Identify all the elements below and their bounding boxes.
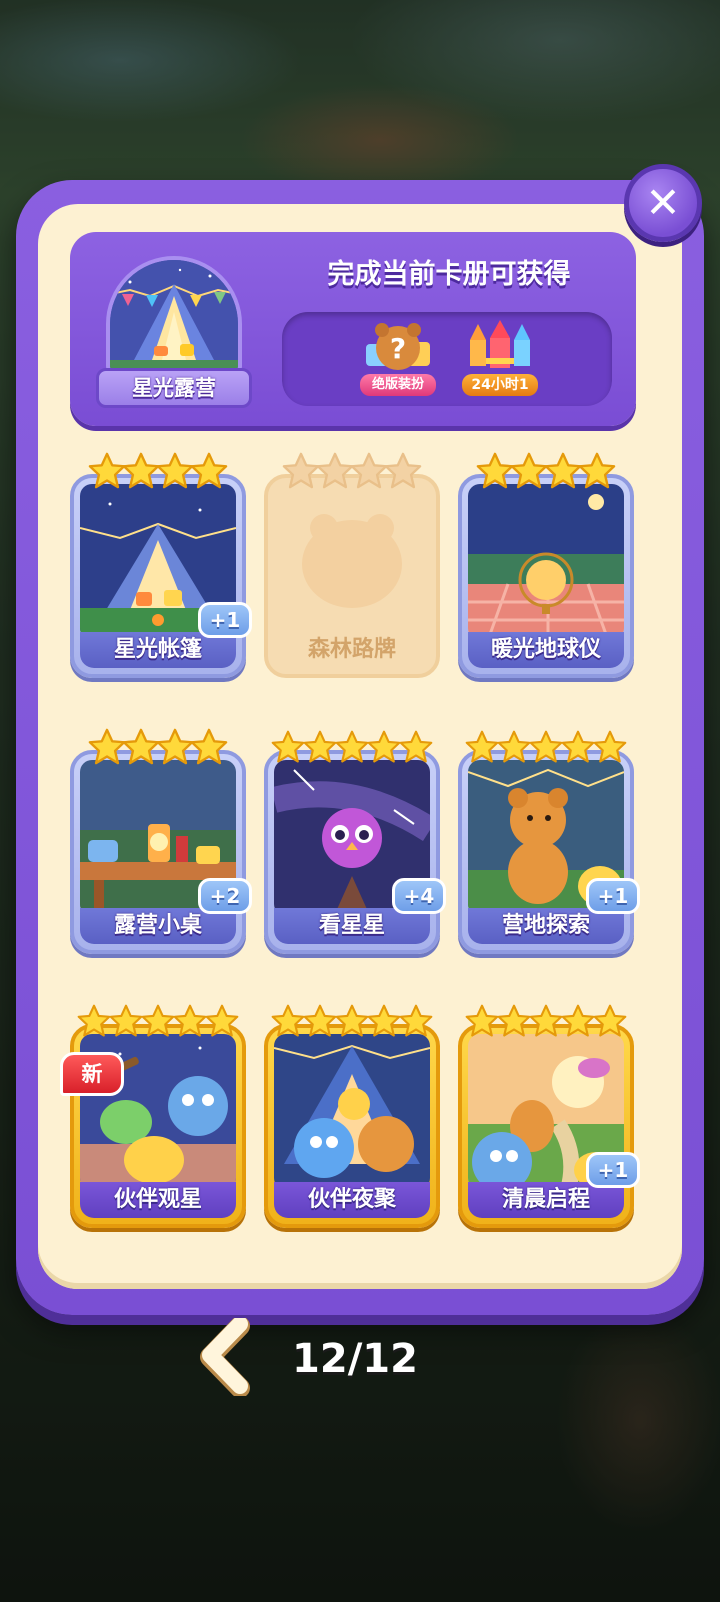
star-icon bbox=[367, 1002, 401, 1046]
star-icon bbox=[122, 452, 160, 496]
star-icon bbox=[303, 728, 337, 772]
star-icon bbox=[77, 1002, 111, 1046]
star-icon bbox=[335, 1002, 369, 1046]
star-icon bbox=[88, 728, 126, 772]
album-name: 星光露营 bbox=[96, 368, 252, 408]
star-icon bbox=[561, 1002, 595, 1046]
new-badge: 新 bbox=[60, 1052, 124, 1096]
star-rating bbox=[270, 1002, 434, 1046]
star-icon bbox=[271, 1002, 305, 1046]
star-rating bbox=[76, 728, 240, 772]
glowing-globe-scene bbox=[468, 484, 624, 640]
duplicate-count-badge: +1 bbox=[198, 602, 252, 638]
firework-rocket-icon bbox=[470, 320, 530, 368]
album-card[interactable]: 看星星 +4 bbox=[264, 728, 446, 954]
locked-card-silhouette bbox=[274, 484, 430, 640]
star-icon bbox=[384, 452, 422, 496]
page-indicator: 12/12 bbox=[292, 1336, 418, 1382]
star-rating bbox=[270, 452, 434, 496]
star-icon bbox=[593, 1002, 627, 1046]
star-icon bbox=[141, 1002, 175, 1046]
album-card[interactable]: 星光帐篷 +1 bbox=[70, 452, 252, 678]
star-icon bbox=[109, 1002, 143, 1046]
close-button[interactable]: ✕ bbox=[624, 164, 702, 242]
star-icon bbox=[88, 452, 126, 496]
star-icon bbox=[190, 452, 228, 496]
album-card[interactable]: 暖光地球仪 bbox=[458, 452, 634, 678]
star-icon bbox=[399, 728, 433, 772]
star-icon bbox=[367, 728, 401, 772]
star-icon bbox=[173, 1002, 207, 1046]
reward-label: 绝版装扮 bbox=[360, 374, 436, 396]
friends-night-party-scene bbox=[274, 1034, 430, 1190]
duplicate-count-badge: +4 bbox=[392, 878, 446, 914]
star-icon bbox=[476, 452, 514, 496]
star-icon bbox=[399, 1002, 433, 1046]
album-card[interactable]: 伙伴观星 新 bbox=[60, 1002, 246, 1228]
mystery-bear-gift-icon: ? bbox=[366, 323, 430, 370]
star-icon bbox=[465, 1002, 499, 1046]
star-icon bbox=[205, 1002, 239, 1046]
duplicate-count-badge: +2 bbox=[198, 878, 252, 914]
star-icon bbox=[529, 728, 563, 772]
reward-item-outfit[interactable]: ? 绝版装扮 bbox=[358, 320, 438, 400]
star-icon bbox=[303, 1002, 337, 1046]
duplicate-count-badge: +1 bbox=[586, 878, 640, 914]
star-icon bbox=[561, 728, 595, 772]
star-icon bbox=[593, 728, 627, 772]
star-icon bbox=[510, 452, 548, 496]
album-card[interactable]: 清晨启程 +1 bbox=[458, 1002, 640, 1228]
album-header: 星光露营 完成当前卡册可获得 ? 绝版装扮 24小时1 bbox=[70, 232, 636, 426]
album-card[interactable]: 营地探索 +1 bbox=[458, 728, 640, 954]
close-icon: ✕ bbox=[645, 178, 681, 227]
duplicate-count-badge: +1 bbox=[586, 1152, 640, 1188]
reward-item-firework[interactable]: 24小时1 bbox=[460, 320, 540, 400]
reward-label: 24小时1 bbox=[462, 374, 538, 396]
album-card[interactable]: 伙伴夜聚 bbox=[264, 1002, 440, 1228]
star-icon bbox=[271, 728, 305, 772]
tent-cover-icon bbox=[106, 256, 242, 374]
album-card[interactable]: 森林路牌 bbox=[264, 452, 440, 678]
star-icon bbox=[529, 1002, 563, 1046]
star-rating bbox=[464, 1002, 628, 1046]
star-icon bbox=[335, 728, 369, 772]
star-icon bbox=[156, 452, 194, 496]
star-rating bbox=[464, 728, 628, 772]
card-name: 伙伴夜聚 bbox=[274, 1182, 430, 1218]
card-name: 暖光地球仪 bbox=[468, 632, 624, 668]
star-rating bbox=[464, 452, 628, 496]
chevron-left-icon bbox=[200, 1316, 250, 1398]
star-icon bbox=[465, 728, 499, 772]
svg-text:?: ? bbox=[390, 332, 406, 365]
star-icon bbox=[282, 452, 320, 496]
previous-page-button[interactable] bbox=[196, 1316, 256, 1398]
star-icon bbox=[156, 728, 194, 772]
star-rating bbox=[270, 728, 434, 772]
star-icon bbox=[190, 728, 228, 772]
star-icon bbox=[350, 452, 388, 496]
album-card[interactable]: 露营小桌 +2 bbox=[70, 728, 252, 954]
album-cover[interactable]: 星光露营 bbox=[96, 256, 252, 408]
star-icon bbox=[578, 452, 616, 496]
star-rating bbox=[76, 452, 240, 496]
star-icon bbox=[497, 1002, 531, 1046]
reward-title: 完成当前卡册可获得 bbox=[327, 259, 571, 290]
card-name: 森林路牌 bbox=[307, 637, 396, 662]
star-icon bbox=[122, 728, 160, 772]
star-icon bbox=[544, 452, 582, 496]
star-rating bbox=[76, 1002, 240, 1046]
card-name: 伙伴观星 bbox=[80, 1182, 236, 1218]
reward-box: ? 绝版装扮 24小时1 bbox=[282, 312, 612, 406]
star-icon bbox=[497, 728, 531, 772]
star-icon bbox=[316, 452, 354, 496]
